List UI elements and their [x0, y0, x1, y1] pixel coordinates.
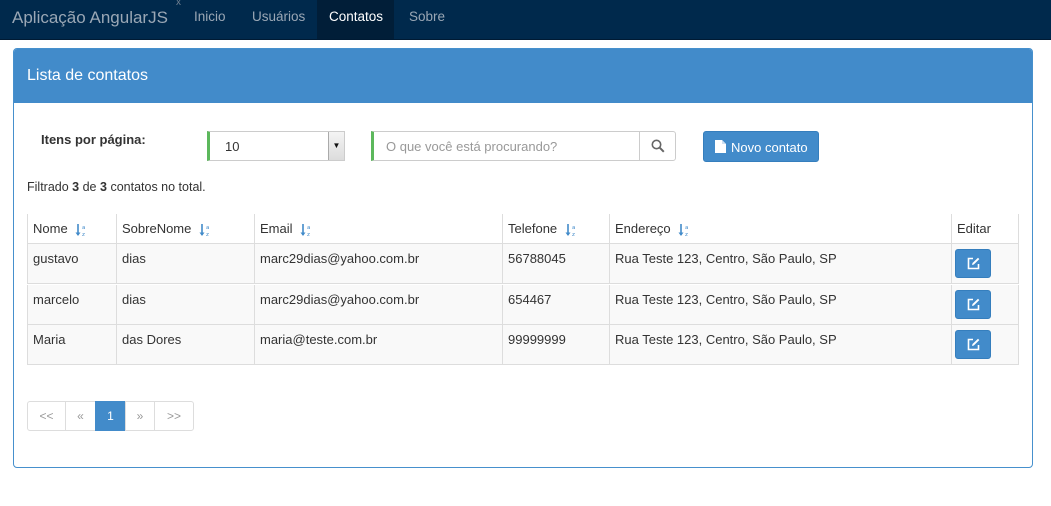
sort-alpha-icon: a z [75, 223, 86, 237]
items-per-page-value: 10 [225, 139, 240, 154]
nav-item-sobre[interactable]: Sobre [397, 0, 457, 39]
cell-email: maria@teste.com.br [254, 325, 502, 365]
edit-icon [967, 338, 980, 351]
table-border [1018, 214, 1019, 243]
cell-sobrenome: dias [116, 244, 254, 284]
new-contact-button[interactable]: Novo contato [703, 131, 819, 162]
panel-heading: Lista de contatos [14, 49, 1032, 103]
filter-shown-count: 3 [72, 180, 80, 194]
search-button[interactable] [639, 131, 676, 161]
top-navbar: Aplicação AngularJS x Inicio Usuários Co… [0, 0, 1051, 40]
header-endereco[interactable]: Endereço a z [609, 214, 951, 244]
filter-middle: de [82, 180, 97, 194]
sort-alpha-icon: a z [300, 223, 311, 237]
cell-nome: marcelo [27, 285, 116, 325]
sort-alpha-icon: a z [678, 223, 689, 237]
new-contact-label: Novo contato [731, 140, 808, 155]
cell-endereco: Rua Teste 123, Centro, São Paulo, SP [609, 285, 951, 325]
table-border [1018, 285, 1019, 324]
contacts-table: Nome a z SobreNome a z Email a z Telefon… [27, 214, 1019, 366]
cell-nome: gustavo [27, 244, 116, 284]
page-prev[interactable]: « [65, 401, 96, 431]
edit-icon [967, 257, 980, 270]
table-row: marcelo dias marc29dias@yahoo.com.br 654… [27, 285, 1019, 325]
cell-nome: Maria [27, 325, 116, 365]
filter-prefix: Filtrado [27, 180, 69, 194]
page-next[interactable]: » [125, 401, 155, 431]
svg-text:a: a [307, 225, 310, 231]
nav-item-contatos[interactable]: Contatos [317, 0, 394, 39]
cell-telefone: 99999999 [502, 325, 609, 365]
page-last[interactable]: >> [154, 401, 194, 431]
table-row: Maria das Dores maria@teste.com.br 99999… [27, 325, 1019, 365]
contacts-panel: Lista de contatos Itens por página: 10 ▼… [13, 48, 1033, 468]
panel-title: Lista de contatos [27, 67, 148, 84]
header-telefone[interactable]: Telefone a z [502, 214, 609, 244]
chevron-down-icon[interactable]: ▼ [328, 132, 344, 160]
header-editar: Editar [951, 214, 1019, 244]
cell-sobrenome: dias [116, 285, 254, 325]
cell-telefone: 654467 [502, 285, 609, 325]
search-icon [651, 139, 665, 153]
svg-text:a: a [572, 225, 575, 231]
nav-item-usuarios[interactable]: Usuários [240, 0, 317, 39]
svg-text:a: a [82, 225, 85, 231]
header-email[interactable]: Email a z [254, 214, 502, 244]
header-sobrenome[interactable]: SobreNome a z [116, 214, 254, 244]
header-nome[interactable]: Nome a z [27, 214, 116, 244]
cell-email: marc29dias@yahoo.com.br [254, 244, 502, 284]
svg-text:z: z [685, 232, 688, 237]
page-first[interactable]: << [27, 401, 66, 431]
table-row: gustavo dias marc29dias@yahoo.com.br 567… [27, 244, 1019, 284]
page-current[interactable]: 1 [95, 401, 126, 431]
edit-icon [967, 298, 980, 311]
svg-text:a: a [685, 225, 688, 231]
cell-endereco: Rua Teste 123, Centro, São Paulo, SP [609, 325, 951, 365]
items-per-page-select[interactable]: 10 ▼ [207, 131, 345, 161]
header-editar-label: Editar [957, 221, 991, 236]
cell-sobrenome: das Dores [116, 325, 254, 365]
svg-text:z: z [572, 232, 575, 237]
items-per-page-label: Itens por página: [41, 132, 146, 147]
search-input[interactable] [371, 131, 640, 161]
cell-endereco: Rua Teste 123, Centro, São Paulo, SP [609, 244, 951, 284]
document-icon [715, 140, 726, 153]
cell-email: marc29dias@yahoo.com.br [254, 285, 502, 325]
brand-mark: x [176, 0, 181, 8]
table-header: Nome a z SobreNome a z Email a z Telefon… [27, 214, 1019, 244]
sort-alpha-icon: a z [199, 223, 209, 237]
edit-button[interactable] [955, 249, 991, 278]
header-email-label: Email [260, 221, 293, 236]
cell-telefone: 56788045 [502, 244, 609, 284]
brand[interactable]: Aplicação AngularJS [12, 8, 168, 28]
sort-alpha-icon: a z [565, 223, 575, 237]
filter-total-count: 3 [100, 180, 107, 194]
table-border [1018, 325, 1019, 364]
header-sobrenome-label: SobreNome [122, 221, 192, 236]
svg-text:z: z [82, 232, 85, 237]
table-border [1018, 244, 1019, 283]
svg-text:z: z [206, 232, 209, 237]
header-telefone-label: Telefone [508, 221, 558, 236]
edit-button[interactable] [955, 330, 991, 359]
filter-suffix: contatos no total. [110, 180, 206, 194]
svg-text:z: z [307, 232, 310, 237]
header-nome-label: Nome [33, 221, 68, 236]
edit-button[interactable] [955, 290, 991, 319]
svg-text:a: a [206, 225, 209, 231]
nav-item-inicio[interactable]: Inicio [182, 0, 238, 39]
filter-summary: Filtrado 3 de 3 contatos no total. [27, 180, 206, 194]
header-endereco-label: Endereço [615, 221, 671, 236]
